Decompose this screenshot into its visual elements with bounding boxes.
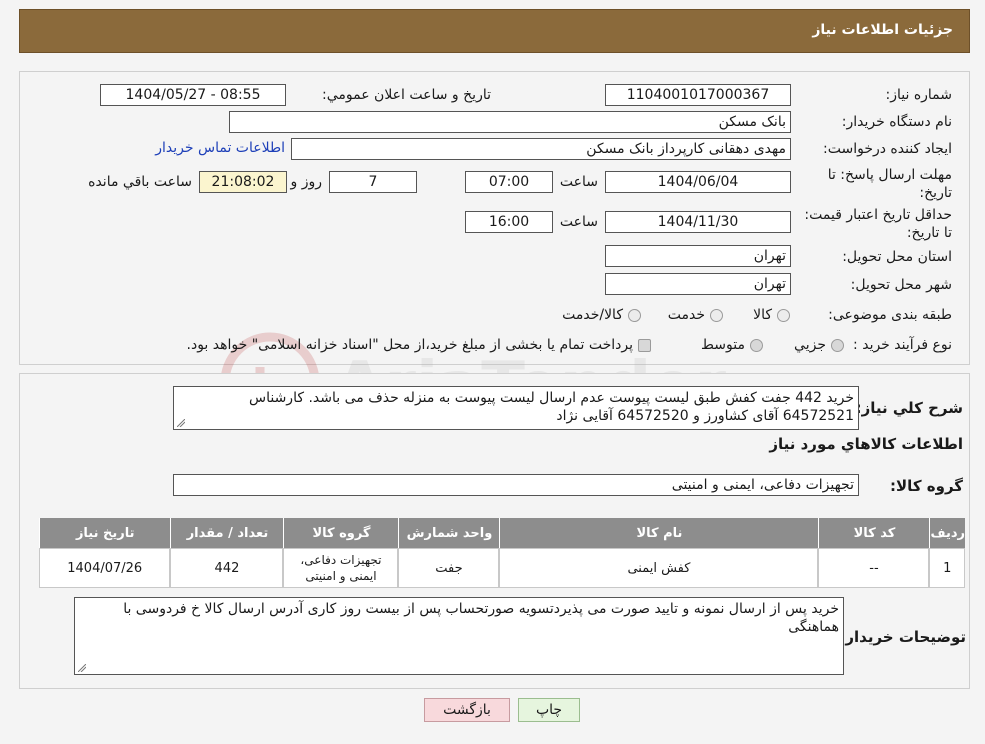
category-option-goods-service: کالا/خدمت [562, 307, 623, 323]
cell-code: -- [818, 548, 930, 588]
reply-time-field: 07:00 [465, 171, 553, 193]
need-info-panel: AriaTender.neT شماره نیاز: 1104001017000… [19, 71, 970, 427]
price-validity-label: حداقل تاریخ اعتبار قیمت: تا تاریخ: [802, 206, 952, 242]
price-validity-label-text: حداقل تاریخ اعتبار قیمت: تا تاریخ: [804, 207, 952, 241]
reply-deadline-label: مهلت ارسال پاسخ: تا تاریخ: [812, 166, 952, 202]
table-row: 1 -- کفش ایمنی جفت تجهیزات دفاعی، ایمنی … [39, 548, 965, 588]
province-label: استان محل تحویل: [842, 249, 952, 265]
cell-qty: 442 [170, 548, 284, 588]
buyer-contact-link[interactable]: اطلاعات تماس خریدار [155, 140, 285, 156]
page-title: جزئیات اطلاعات نیاز [812, 22, 953, 38]
days-field: 7 [329, 171, 417, 193]
category-option-service: خدمت [667, 307, 705, 323]
cell-group: تجهیزات دفاعی، ایمنی و امنیتی [283, 548, 399, 588]
reply-deadline-label-text: مهلت ارسال پاسخ: تا تاریخ: [827, 167, 952, 201]
category-radio-goods-service[interactable] [628, 309, 641, 322]
description-text: خرید 442 جفت کفش طبق لیست پیوست عدم ارسا… [249, 390, 854, 424]
buyer-org-label: نام دستگاه خریدار: [841, 114, 952, 130]
creator-field: مهدی دهقانی کارپرداز بانک مسکن [291, 138, 791, 160]
col-date: تاریخ نیاز [39, 518, 171, 548]
goods-group-label: گروه کالا: [890, 477, 963, 495]
description-field: خرید 442 جفت کفش طبق لیست پیوست عدم ارسا… [173, 386, 859, 430]
description-label: شرح کلي نیاز: [855, 399, 963, 417]
price-validity-time-label: ساعت [559, 214, 598, 230]
need-number-label: شماره نیاز: [885, 87, 953, 103]
cell-row: 1 [929, 548, 965, 588]
cell-unit: جفت [398, 548, 500, 588]
goods-section-title: اطلاعات کالاهاي مورد نیاز [769, 435, 963, 453]
announce-datetime-field: 1404/05/27 - 08:55 [100, 84, 286, 106]
category-option-goods: کالا [753, 307, 772, 323]
announce-datetime-label: تاریخ و ساعت اعلان عمومي: [322, 87, 491, 103]
reply-time-label: ساعت [559, 174, 598, 190]
page-header: جزئیات اطلاعات نیاز [19, 9, 970, 53]
col-code: کد کالا [818, 518, 930, 548]
price-validity-date-field: 1404/11/30 [605, 211, 791, 233]
purchase-option-medium: متوسط [701, 337, 745, 353]
purchase-radio-medium[interactable] [750, 339, 763, 352]
price-validity-time-field: 16:00 [465, 211, 553, 233]
cell-date: 1404/07/26 [39, 548, 171, 588]
category-radio-goods[interactable] [777, 309, 790, 322]
col-group: گروه کالا [283, 518, 399, 548]
category-radio-service[interactable] [710, 309, 723, 322]
goods-table: ردیف کد کالا نام کالا واحد شمارش گروه کا… [39, 518, 965, 588]
purchase-option-minor: جزيي [794, 337, 826, 353]
creator-label: ایجاد کننده درخواست: [823, 141, 952, 157]
category-label: طبقه بندی موضوعی: [828, 307, 952, 323]
need-number-field: 1104001017000367 [605, 84, 791, 106]
purchase-radio-minor[interactable] [831, 339, 844, 352]
treasury-bonds-note: پرداخت تمام یا بخشی از مبلغ خرید،از محل … [186, 337, 633, 353]
resize-grip-icon[interactable] [177, 419, 185, 427]
col-row: ردیف [929, 518, 965, 548]
purchase-type-label: نوع فرآیند خرید : [853, 337, 952, 353]
reply-date-field: 1404/06/04 [605, 171, 791, 193]
col-qty: تعداد / مقدار [170, 518, 284, 548]
goods-group-field: تجهیزات دفاعی، ایمنی و امنیتی [173, 474, 859, 496]
days-label: روز و [290, 174, 323, 190]
remaining-time-label: ساعت باقي مانده [88, 174, 192, 190]
announce-datetime-value: 1404/05/27 - 08:55 [125, 87, 261, 103]
print-button[interactable]: چاپ [518, 698, 580, 722]
city-field: تهران [605, 273, 791, 295]
buyer-org-field: بانک مسکن [229, 111, 791, 133]
remaining-time-field: 21:08:02 [199, 171, 287, 193]
cell-name: کفش ایمنی [499, 548, 819, 588]
table-header-row: ردیف کد کالا نام کالا واحد شمارش گروه کا… [39, 518, 965, 548]
treasury-bonds-checkbox[interactable] [638, 339, 651, 352]
province-field: تهران [605, 245, 791, 267]
buyer-notes-label: توضیحات خریدار: [839, 628, 966, 646]
city-label: شهر محل تحویل: [850, 277, 952, 293]
back-button[interactable]: بازگشت [424, 698, 510, 722]
resize-grip-icon[interactable] [78, 664, 86, 672]
col-unit: واحد شمارش [398, 518, 500, 548]
buyer-notes-text: خرید پس از ارسال نمونه و تایید صورت می پ… [123, 601, 839, 635]
col-name: نام کالا [499, 518, 819, 548]
buyer-notes-field: خرید پس از ارسال نمونه و تایید صورت می پ… [74, 597, 844, 675]
